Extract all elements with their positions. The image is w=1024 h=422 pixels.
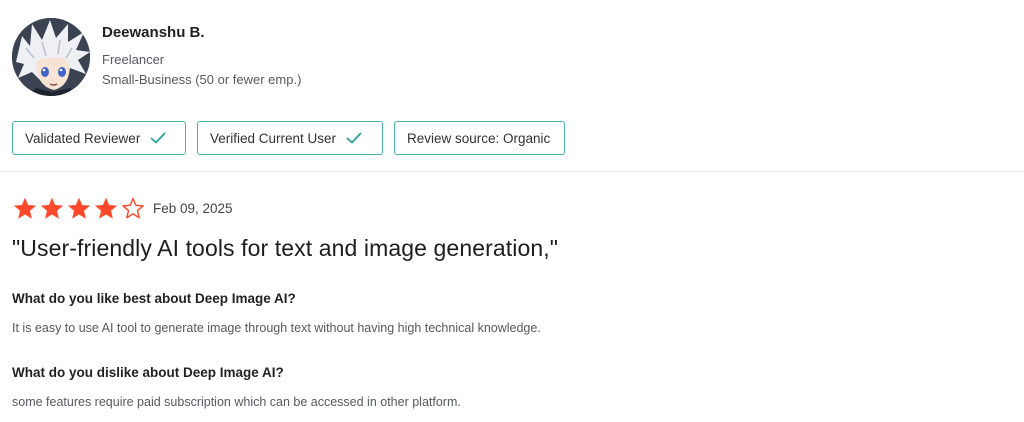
review-date: Feb 09, 2025	[153, 201, 233, 216]
divider	[0, 171, 1024, 172]
star-icon	[13, 197, 37, 219]
validated-reviewer-badge[interactable]: Validated Reviewer	[12, 121, 186, 155]
review-title: "User-friendly AI tools for text and ima…	[12, 235, 558, 261]
review-question-block: What do you dislike about Deep Image AI?…	[12, 364, 461, 411]
badge-label: Verified Current User	[210, 130, 337, 146]
reviewer-name[interactable]: Deewanshu B.	[102, 24, 301, 42]
review-card: Deewanshu B. Freelancer Small-Business (…	[0, 0, 1024, 422]
question-like-best: What do you like best about Deep Image A…	[12, 291, 296, 306]
verified-current-user-badge[interactable]: Verified Current User	[197, 121, 383, 155]
reviewer-info: Deewanshu B. Freelancer Small-Business (…	[102, 24, 301, 96]
reviewer-header: Deewanshu B. Freelancer Small-Business (…	[12, 18, 301, 96]
star-rating	[12, 196, 147, 221]
badge-label: Validated Reviewer	[25, 130, 141, 146]
avatar-image	[12, 18, 90, 96]
review-source-badge[interactable]: Review source: Organic	[394, 121, 565, 155]
star-icon	[94, 197, 118, 219]
star-icon	[40, 197, 64, 219]
answer-dislike: some features require paid subscription …	[12, 395, 461, 409]
star-empty-icon	[122, 197, 144, 219]
star-icon	[67, 197, 91, 219]
reviewer-company-size: Small-Business (50 or fewer emp.)	[102, 72, 302, 87]
avatar[interactable]	[12, 18, 90, 96]
check-icon	[346, 132, 362, 144]
rating-row: Feb 09, 2025	[12, 196, 233, 221]
reviewer-role: Freelancer	[102, 52, 165, 67]
badge-label: Review source: Organic	[407, 130, 551, 146]
review-question-block: What do you like best about Deep Image A…	[12, 290, 541, 337]
reviewer-badges: Validated Reviewer Verified Current User…	[12, 121, 576, 155]
answer-like-best: It is easy to use AI tool to generate im…	[12, 321, 541, 335]
check-icon	[150, 132, 166, 144]
question-dislike: What do you dislike about Deep Image AI?	[12, 365, 284, 380]
